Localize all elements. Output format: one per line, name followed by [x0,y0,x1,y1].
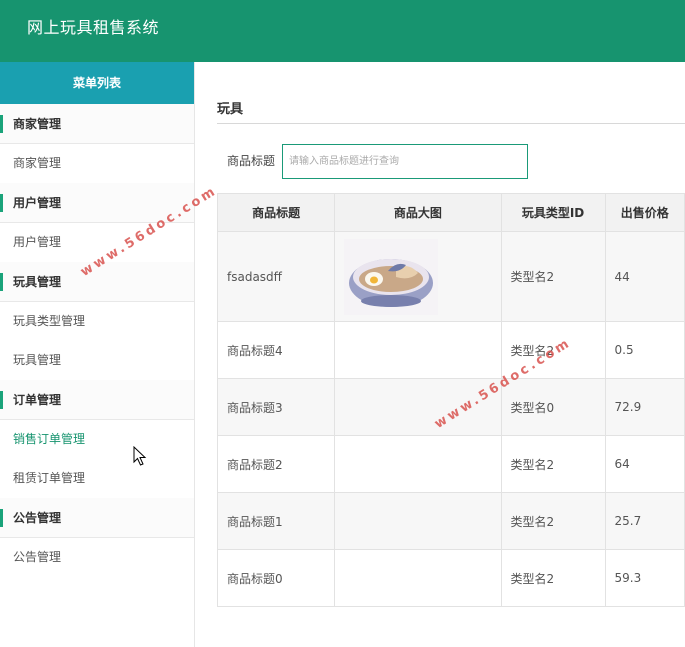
sidebar-group-label: 玩具管理 [13,275,62,289]
column-header-type-id[interactable]: 玩具类型ID [500,193,606,232]
table-row[interactable]: 商品标题1 类型名2 25.7 [216,492,685,550]
column-header-image[interactable]: 商品大图 [334,193,502,232]
sidebar: 菜单列表 商家管理 商家管理 用户管理 用户管理 玩具管理 玩具类型管理 玩具管… [0,62,195,647]
app-title: 网上玩具租售系统 [27,18,160,37]
cell-image [334,549,502,607]
sidebar-item-sales-order[interactable]: 销售订单管理 [0,420,194,459]
page-title: 玩具 [217,102,244,117]
cell-price: 25.7 [604,492,685,550]
app-header: 网上玩具租售系统 [0,0,685,62]
cell-title: fsadasdff [216,231,336,322]
cell-type-id: 类型名2 [500,435,606,493]
sidebar-group-merchant[interactable]: 商家管理 [0,104,194,144]
product-table: 商品标题 商品大图 玩具类型ID 出售价格 fsadasdff 类型名2 44 … [216,193,685,607]
table-row[interactable]: 商品标题0 类型名2 59.3 [216,549,685,607]
sidebar-item-toy[interactable]: 玩具管理 [0,341,194,380]
sidebar-group-label: 商家管理 [13,117,62,131]
cell-title: 商品标题0 [216,549,336,607]
cell-title: 商品标题4 [216,321,336,379]
cell-image [334,492,502,550]
menu-list-title: 菜单列表 [0,62,194,104]
sidebar-group-label: 公告管理 [13,511,62,525]
cell-title: 商品标题2 [216,435,336,493]
cell-price: 59.3 [604,549,685,607]
sidebar-item-toy-type[interactable]: 玩具类型管理 [0,302,194,341]
group-accent-bar [0,115,3,133]
main-content: 玩具 商品标题 商品标题 商品大图 玩具类型ID 出售价格 fsadasdff [196,62,685,647]
search-input[interactable] [282,144,528,179]
title-divider [217,123,685,124]
cell-type-id: 类型名2 [500,492,606,550]
product-image[interactable] [344,238,439,315]
sidebar-item-merchant[interactable]: 商家管理 [0,144,194,183]
group-accent-bar [0,391,3,409]
cell-price: 44 [604,231,685,322]
group-accent-bar [0,509,3,527]
sidebar-group-order[interactable]: 订单管理 [0,380,194,420]
cell-price: 72.9 [604,378,685,436]
sidebar-item-notice[interactable]: 公告管理 [0,538,194,577]
sidebar-group-notice[interactable]: 公告管理 [0,498,194,538]
cell-image [334,321,502,379]
sidebar-group-label: 用户管理 [13,196,62,210]
mouse-cursor-icon [133,446,147,466]
search-label: 商品标题 [227,154,276,168]
cell-type-id: 类型名2 [500,549,606,607]
group-accent-bar [0,273,3,291]
group-accent-bar [0,194,3,212]
table-row[interactable]: 商品标题4 类型名2 0.5 [216,321,685,379]
table-row[interactable]: 商品标题2 类型名2 64 [216,435,685,493]
cell-price: 64 [604,435,685,493]
cell-image [334,231,502,322]
column-header-price[interactable]: 出售价格 [604,193,685,232]
sidebar-item-rental-order[interactable]: 租赁订单管理 [0,459,194,498]
cell-price: 0.5 [604,321,685,379]
cell-type-id: 类型名0 [500,378,606,436]
cell-type-id: 类型名2 [500,231,606,322]
sidebar-group-label: 订单管理 [13,393,62,407]
column-header-title[interactable]: 商品标题 [216,193,336,232]
cell-title: 商品标题3 [216,378,336,436]
cell-image [334,435,502,493]
table-row[interactable]: fsadasdff 类型名2 44 [216,231,685,322]
table-header-row: 商品标题 商品大图 玩具类型ID 出售价格 [216,193,685,232]
cell-title: 商品标题1 [216,492,336,550]
